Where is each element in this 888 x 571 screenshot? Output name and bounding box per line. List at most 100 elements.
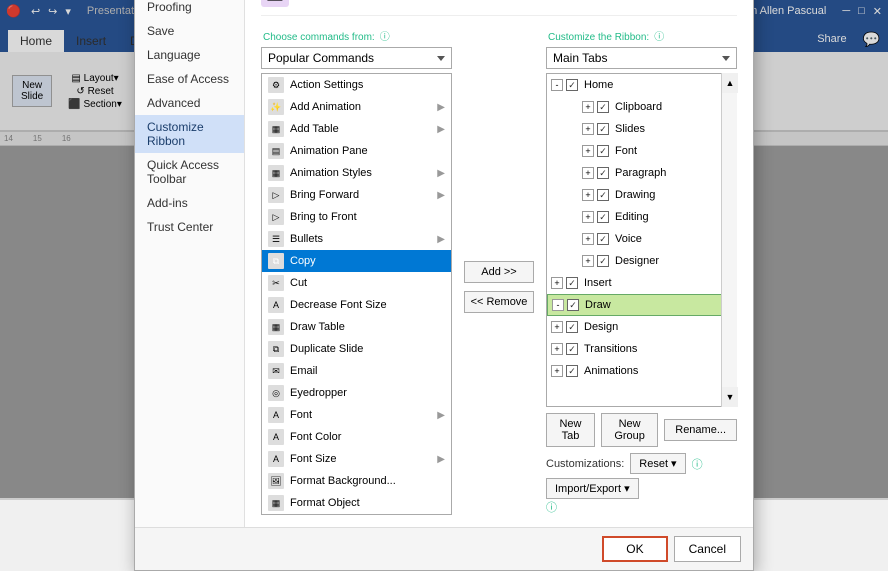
tree-checkbox[interactable] (566, 365, 578, 377)
tree-checkbox[interactable] (597, 189, 609, 201)
command-item[interactable]: ▦Add Table▶ (262, 118, 451, 140)
command-item[interactable]: ✨Add Animation▶ (262, 96, 451, 118)
reset-help-icon[interactable]: ⓘ (692, 456, 703, 472)
tree-expand-btn[interactable]: + (551, 321, 563, 333)
tree-item[interactable]: -Draw (547, 294, 736, 316)
ribbon-tree[interactable]: -Home+Clipboard+Slides+Font+Paragraph+Dr… (546, 73, 737, 407)
new-tab-btn[interactable]: New Tab (546, 413, 595, 447)
remove-button[interactable]: << Remove (464, 291, 534, 313)
add-button[interactable]: Add >> (464, 261, 534, 283)
customize-ribbon-icon: 🎛 (261, 0, 289, 7)
command-item[interactable]: ⧉ Duplicate Slide (262, 338, 451, 360)
nav-customize-ribbon[interactable]: Customize Ribbon (135, 115, 244, 153)
tree-item[interactable]: +Designer (547, 250, 736, 272)
command-label: Bullets (290, 233, 323, 245)
tree-item[interactable]: +Design (547, 316, 736, 338)
nav-trust[interactable]: Trust Center (135, 215, 244, 239)
commands-list[interactable]: ⚙Action Settings✨Add Animation▶▦Add Tabl… (261, 73, 452, 515)
tree-item[interactable]: +Slides (547, 118, 736, 140)
command-icon: ⧉ (268, 341, 284, 357)
tree-checkbox[interactable] (597, 233, 609, 245)
rename-btn[interactable]: Rename... (664, 419, 737, 441)
command-item[interactable]: AFont Size▶ (262, 448, 451, 470)
dialog-content-header: 🎛 Customize the Ribbon. (261, 0, 737, 16)
ok-button[interactable]: OK (602, 536, 667, 562)
nav-quick-access[interactable]: Quick Access Toolbar (135, 153, 244, 191)
tree-expand-btn[interactable]: + (582, 255, 594, 267)
command-item[interactable]: ☰Bullets▶ (262, 228, 451, 250)
tree-expand-btn[interactable]: + (582, 101, 594, 113)
command-item[interactable]: ✉Email (262, 360, 451, 382)
tree-item[interactable]: +Voice (547, 228, 736, 250)
scroll-up-btn[interactable]: ▲ (722, 73, 738, 93)
ribbon-help-icon[interactable]: ⓘ (654, 32, 664, 43)
command-item[interactable]: AFont▶ (262, 404, 451, 426)
nav-language[interactable]: Language (135, 43, 244, 67)
command-icon: ▦ (268, 495, 284, 511)
command-label: Format Object (290, 497, 360, 509)
tree-expand-btn[interactable]: + (582, 123, 594, 135)
tree-checkbox[interactable] (566, 343, 578, 355)
nav-advanced[interactable]: Advanced (135, 91, 244, 115)
command-item[interactable]: ⧉Copy (262, 250, 451, 272)
tree-expand-btn[interactable]: + (582, 233, 594, 245)
import-export-row: Import/Export ▾ ⓘ (546, 478, 737, 515)
reset-dropdown-btn[interactable]: Reset ▾ (630, 453, 685, 474)
nav-addins[interactable]: Add-ins (135, 191, 244, 215)
tree-checkbox[interactable] (566, 321, 578, 333)
tree-checkbox[interactable] (567, 299, 579, 311)
tree-item[interactable]: +Insert (547, 272, 736, 294)
tree-checkbox[interactable] (597, 211, 609, 223)
tree-checkbox[interactable] (597, 255, 609, 267)
tree-item[interactable]: +Transitions (547, 338, 736, 360)
scroll-down-btn[interactable]: ▼ (722, 387, 738, 407)
tree-expand-btn[interactable]: + (551, 277, 563, 289)
tree-item[interactable]: +Editing (547, 206, 736, 228)
tree-expand-btn[interactable]: + (551, 343, 563, 355)
tree-item[interactable]: +Paragraph (547, 162, 736, 184)
tree-expand-btn[interactable]: + (582, 167, 594, 179)
tree-item[interactable]: +Animations (547, 360, 736, 382)
dialog-footer: OK Cancel (135, 527, 753, 570)
tree-checkbox[interactable] (597, 123, 609, 135)
nav-save[interactable]: Save (135, 19, 244, 43)
tree-item[interactable]: +Clipboard (547, 96, 736, 118)
commands-from-dropdown[interactable]: Popular Commands All Commands (261, 47, 452, 69)
commands-help-icon[interactable]: ⓘ (380, 32, 390, 43)
command-item[interactable]: ▦Draw Table (262, 316, 451, 338)
command-item[interactable]: ⚙Action Settings (262, 74, 451, 96)
command-label: Duplicate Slide (290, 343, 363, 355)
command-item[interactable]: ▤Animation Pane (262, 140, 451, 162)
command-item[interactable]: ✂Cut (262, 272, 451, 294)
cancel-button[interactable]: Cancel (674, 536, 741, 562)
tree-expand-btn[interactable]: + (582, 211, 594, 223)
command-item[interactable]: ▷Bring Forward▶ (262, 184, 451, 206)
command-item[interactable]: ▷Bring to Front (262, 206, 451, 228)
command-item[interactable]: ▦Animation Styles▶ (262, 162, 451, 184)
tree-expand-btn[interactable]: + (582, 189, 594, 201)
tree-item[interactable]: +Drawing (547, 184, 736, 206)
command-item[interactable]: 🖼Format Background... (262, 470, 451, 492)
tree-checkbox[interactable] (597, 167, 609, 179)
tree-expand-btn[interactable]: - (552, 299, 564, 311)
tree-item[interactable]: -Home (547, 74, 736, 96)
tree-checkbox[interactable] (566, 79, 578, 91)
tree-checkbox[interactable] (566, 277, 578, 289)
command-item[interactable]: ▦ Format Object (262, 492, 451, 514)
tree-checkbox[interactable] (597, 101, 609, 113)
command-item[interactable]: AFont Color (262, 426, 451, 448)
new-group-btn[interactable]: New Group (601, 413, 658, 447)
nav-proofing[interactable]: Proofing (135, 0, 244, 19)
nav-ease[interactable]: Ease of Access (135, 67, 244, 91)
import-help-icon[interactable]: ⓘ (546, 502, 557, 514)
command-item[interactable]: ADecrease Font Size (262, 294, 451, 316)
ribbon-dropdown[interactable]: Main Tabs Tool Tabs (546, 47, 737, 69)
tree-expand-btn[interactable]: + (582, 145, 594, 157)
tree-checkbox[interactable] (597, 145, 609, 157)
submenu-arrow-icon: ▶ (437, 234, 445, 245)
command-item[interactable]: ◎Eyedropper (262, 382, 451, 404)
tree-expand-btn[interactable]: + (551, 365, 563, 377)
import-export-btn[interactable]: Import/Export ▾ (546, 478, 639, 499)
tree-expand-btn[interactable]: - (551, 79, 563, 91)
tree-item[interactable]: +Font (547, 140, 736, 162)
